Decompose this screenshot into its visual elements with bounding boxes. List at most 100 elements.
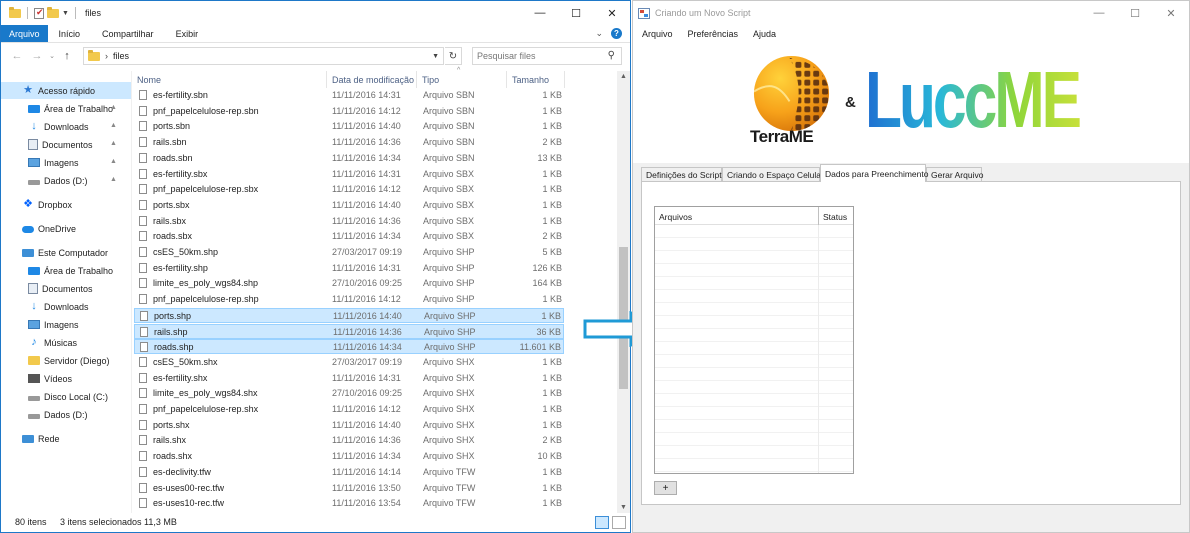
address-dropdown-icon[interactable]: ▼ (432, 53, 439, 60)
file-row[interactable]: rails.shp 11/11/2016 14:36 Arquivo SHP 36 K… (134, 323, 564, 339)
file-row[interactable]: es-fertility.shx 11/11/2016 14:31 Arquivo … (134, 371, 564, 386)
nav-item-desktop[interactable]: Área de Trabalho (28, 262, 113, 279)
nav-item-pictures[interactable]: Imagens (28, 154, 79, 171)
nav-item-local-disk[interactable]: Disco Local (C:) (28, 388, 108, 405)
properties-icon[interactable] (34, 7, 44, 19)
grid-header-status[interactable]: Status (823, 212, 847, 222)
menu-help[interactable]: Ajuda (747, 29, 782, 39)
file-row[interactable]: rails.shx 11/11/2016 14:36 Arquivo SHX 2 KB (134, 433, 564, 448)
nav-item-data-drive[interactable]: Dados (D:) (28, 406, 88, 423)
nav-item-documents[interactable]: Documentos (28, 136, 93, 153)
add-file-button[interactable]: + (654, 481, 677, 495)
tab-home[interactable]: Início (48, 25, 92, 42)
grid-column-separator[interactable] (818, 207, 819, 225)
address-bar[interactable]: › files ▼ (83, 47, 444, 65)
file-row[interactable]: es-uses00-rec.tfw 11/11/2016 13:50 Arquivo… (134, 481, 564, 496)
minimize-button[interactable]: — (1081, 1, 1117, 25)
file-row[interactable]: pnf_papelcelulose-rep.shp 11/11/2016 14:1… (134, 292, 564, 307)
tab-generate-file[interactable]: Gerar Arquivo (926, 167, 983, 181)
grid-header-files[interactable]: Arquivos (659, 212, 692, 222)
file-row[interactable]: es-declivity.tfw 11/11/2016 14:14 Arquivo … (134, 465, 564, 480)
pin-icon[interactable]: ▲ (110, 158, 117, 165)
nav-item-onedrive[interactable]: OneDrive (22, 220, 76, 237)
scroll-down-icon[interactable]: ▼ (620, 504, 627, 511)
nav-item-dropbox[interactable]: ❖ Dropbox (22, 196, 72, 213)
scroll-up-icon[interactable]: ▲ (620, 73, 627, 80)
nav-item-downloads[interactable]: ↓ Downloads (28, 298, 88, 315)
tab-file[interactable]: Arquivo (1, 25, 48, 42)
column-header-type[interactable]: Tipo (417, 71, 507, 88)
pin-icon[interactable]: ▲ (110, 140, 117, 147)
file-row[interactable]: roads.sbn 11/11/2016 14:34 Arquivo SBN 13 K… (134, 151, 564, 166)
column-header-size[interactable]: Tamanho (507, 71, 565, 88)
large-icons-view-button[interactable] (612, 516, 626, 529)
nav-item-videos[interactable]: Vídeos (28, 370, 72, 387)
tab-script-definitions[interactable]: Definições do Script (641, 167, 722, 181)
nav-item-documents[interactable]: Documentos (28, 280, 93, 297)
nav-item-data-drive[interactable]: Dados (D:) (28, 172, 88, 189)
pane-divider[interactable] (131, 71, 132, 513)
pin-icon[interactable]: ▲ (110, 122, 117, 129)
file-row[interactable]: es-uses10-rec.tfw 11/11/2016 13:54 Arquivo… (134, 496, 564, 511)
file-row[interactable]: es-fertility.sbx 11/11/2016 14:31 Arquivo … (134, 167, 564, 182)
maximize-button[interactable]: ☐ (558, 1, 594, 25)
file-row[interactable]: rails.sbx 11/11/2016 14:36 Arquivo SBX 1 KB (134, 214, 564, 229)
pin-icon[interactable]: ▲ (110, 104, 117, 111)
back-button[interactable]: ← (7, 50, 27, 62)
file-row[interactable]: ports.shp 11/11/2016 14:40 Arquivo SHP 1 KB (134, 307, 564, 323)
tab-share[interactable]: Compartilhar (91, 25, 165, 42)
file-row[interactable]: rails.sbn 11/11/2016 14:36 Arquivo SBN 2 KB (134, 135, 564, 150)
file-row[interactable]: pnf_papelcelulose-rep.sbn 11/11/2016 14:1… (134, 104, 564, 119)
file-row[interactable]: ports.sbn 11/11/2016 14:40 Arquivo SBN 1 KB (134, 119, 564, 134)
nav-item-quick-access[interactable]: ★ Acesso rápido (1, 82, 131, 99)
breadcrumb-item[interactable]: files (113, 51, 129, 61)
tab-fill-data[interactable]: Dados para Preenchimento (820, 164, 928, 182)
new-folder-icon[interactable] (47, 6, 59, 18)
vertical-scrollbar[interactable]: ▲ ▼ (617, 71, 630, 513)
nav-item-network[interactable]: Rede (22, 430, 60, 447)
details-view-button[interactable] (595, 516, 609, 529)
file-row[interactable]: pnf_papelcelulose-rep.sbx 11/11/2016 14:1… (134, 182, 564, 197)
file-row[interactable]: csES_50km.shx 27/03/2017 09:19 Arquivo SHX… (134, 355, 564, 370)
nav-item-this-pc[interactable]: Este Computador (22, 244, 108, 261)
file-date: 11/11/2016 14:36 (332, 215, 401, 226)
close-button[interactable]: ✕ (1153, 1, 1189, 25)
file-row[interactable]: ports.shx 11/11/2016 14:40 Arquivo SHX 1 KB (134, 418, 564, 433)
file-row[interactable]: pnf_papelcelulose-rep.shx 11/11/2016 14:1… (134, 402, 564, 417)
pin-icon[interactable]: ▲ (110, 176, 117, 183)
close-button[interactable]: ✕ (594, 1, 630, 25)
minimize-button[interactable]: — (522, 1, 558, 25)
file-row[interactable]: roads.sbx 11/11/2016 14:34 Arquivo SBX 2 KB (134, 229, 564, 244)
recent-locations-icon[interactable]: ⌄ (47, 52, 57, 60)
up-button[interactable]: ↑ (57, 50, 77, 62)
help-icon[interactable]: ? (611, 28, 622, 39)
search-input[interactable]: Pesquisar files ⚲ (472, 47, 622, 65)
column-header-date[interactable]: Data de modificação (327, 71, 417, 88)
nav-item-desktop[interactable]: Área de Trabalho (28, 100, 113, 117)
file-row[interactable]: ports.sbx 11/11/2016 14:40 Arquivo SBX 1 KB (134, 198, 564, 213)
forward-button[interactable]: → (27, 50, 47, 62)
nav-item-server[interactable]: Servidor (Diego) (28, 352, 110, 369)
files-grid[interactable]: Arquivos Status (654, 206, 854, 474)
file-row[interactable]: csES_50km.shp 27/03/2017 09:19 Arquivo SHP… (134, 245, 564, 260)
file-row[interactable]: es-fertility.sbn 11/11/2016 14:31 Arquivo … (134, 88, 564, 103)
breadcrumb-chevron-icon[interactable]: › (105, 51, 108, 61)
refresh-button[interactable]: ↻ (445, 47, 462, 65)
nav-item-downloads[interactable]: ↓ Downloads (28, 118, 88, 135)
tab-cellular-space[interactable]: Criando o Espaço Celular (722, 167, 824, 181)
nav-item-pictures[interactable]: Imagens (28, 316, 79, 333)
file-row[interactable]: limite_es_poly_wgs84.shx 27/10/2016 09:25… (134, 386, 564, 401)
nav-item-music[interactable]: ♪ Músicas (28, 334, 77, 351)
folder-icon[interactable] (9, 6, 21, 18)
column-header-name[interactable]: Nome (132, 71, 327, 88)
file-row[interactable]: roads.shx 11/11/2016 14:34 Arquivo SHX 10 K… (134, 449, 564, 464)
file-row[interactable]: es-fertility.shp 11/11/2016 14:31 Arquivo … (134, 261, 564, 276)
menu-preferences[interactable]: Preferências (682, 29, 745, 39)
tab-view[interactable]: Exibir (165, 25, 210, 42)
customize-toolbar-icon[interactable]: ▼ (62, 10, 69, 17)
file-row[interactable]: roads.shp 11/11/2016 14:34 Arquivo SHP 11.6… (134, 339, 564, 355)
expand-ribbon-icon[interactable]: ⌄ (595, 28, 603, 39)
menu-file[interactable]: Arquivo (636, 29, 679, 39)
maximize-button[interactable]: ☐ (1117, 1, 1153, 25)
file-row[interactable]: limite_es_poly_wgs84.shp 27/10/2016 09:25… (134, 276, 564, 291)
